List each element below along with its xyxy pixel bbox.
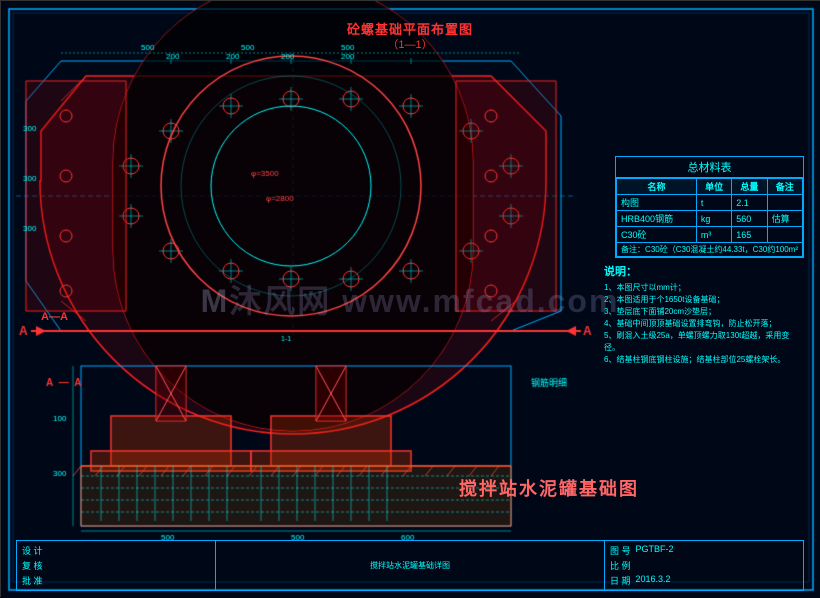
title-block-right: 图 号 PGTBF-2 比 例 日 期 2016.3.2 [605, 541, 803, 590]
big-title: 搅拌站水泥罐基础图 [459, 475, 639, 501]
checker-value [52, 559, 210, 572]
materials-data-table: 名称 单位 总量 备注 构图 t 2.1 HRB400钢筋 kg 560 估算 [616, 178, 803, 257]
mat-note-1 [767, 195, 802, 211]
materials-table: 总材料表 名称 单位 总量 备注 构图 t 2.1 HRB400钢筋 [615, 156, 804, 258]
mat-note-2: 估算 [767, 211, 802, 227]
title-block: 设 计 复 核 批 准 搅拌站水泥罐基础详图 图 号 PGTBF-2 比 例 [16, 540, 804, 591]
scale-row: 比 例 [607, 558, 801, 573]
note-item-1: 1、本图尺寸以mm计； [604, 282, 804, 294]
note-item-5: 5、刷混入土级25a，单螺顶螺力取130t超越，采用变径。 [604, 330, 804, 354]
designer-row: 设 计 [19, 543, 213, 558]
drawing-subtitle: （1—1） [387, 36, 432, 52]
approver-row: 批 准 [19, 573, 213, 588]
company-name: 搅拌站水泥罐基础详图 [370, 560, 450, 571]
date-row: 日 期 2016.3.2 [607, 573, 801, 588]
table-row: 构图 t 2.1 [617, 195, 803, 211]
col-header-name: 名称 [617, 179, 697, 195]
mat-unit-2: kg [696, 211, 731, 227]
mat-name-3: C30砼 [617, 227, 697, 243]
mat-note-3 [767, 227, 802, 243]
mat-note-full: 备注：C30砼（C30混凝土约44.33t，C30约100m² [617, 243, 803, 257]
designer-label: 设 计 [22, 544, 52, 557]
col-header-unit: 单位 [696, 179, 731, 195]
designer-value [52, 544, 210, 557]
checker-label: 复 核 [22, 559, 52, 572]
mat-name-1: 构图 [617, 195, 697, 211]
approver-label: 批 准 [22, 574, 52, 587]
drawing-no-label: 图 号 [610, 544, 631, 557]
mat-qty-2: 560 [732, 211, 767, 227]
note-item-4: 4、基础中间顶顶基础设置排弯钩，防止松开落； [604, 318, 804, 330]
mat-qty-3: 165 [732, 227, 767, 243]
materials-title: 总材料表 [616, 157, 803, 178]
title-block-staff: 设 计 复 核 批 准 [17, 541, 216, 590]
date-value: 2016.3.2 [636, 574, 671, 587]
mat-qty-1: 2.1 [732, 195, 767, 211]
col-header-note: 备注 [767, 179, 802, 195]
title-block-center: 搅拌站水泥罐基础详图 [216, 541, 605, 590]
table-row: C30砼 m³ 165 [617, 227, 803, 243]
note-item-6: 6、结基柱钢底钢柱设施；结基柱部位25螺栓架长。 [604, 354, 804, 366]
scale-label: 比 例 [610, 559, 631, 572]
table-row: 备注：C30砼（C30混凝土约44.33t，C30约100m² [617, 243, 803, 257]
checker-row: 复 核 [19, 558, 213, 573]
note-item-3: 3、垫层底下面铺20cm沙垫层； [604, 306, 804, 318]
main-container: M沐风网 www.mfcad.com 砼螺基础平面布置图 （1—1） 搅拌站水泥… [0, 0, 820, 597]
date-label: 日 期 [610, 574, 631, 587]
approver-value [52, 574, 210, 587]
mat-unit-3: m³ [696, 227, 731, 243]
notes-title: 说明： [604, 263, 804, 279]
section-label-aa: A—A [41, 311, 68, 323]
drawing-no-value: PGTBF-2 [636, 544, 674, 557]
notes-content: 1、本图尺寸以mm计； 2、本图适用于个1650t设备基础； 3、垫层底下面铺2… [604, 282, 804, 366]
mat-name-2: HRB400钢筋 [617, 211, 697, 227]
mat-unit-1: t [696, 195, 731, 211]
table-row: HRB400钢筋 kg 560 估算 [617, 211, 803, 227]
drawing-no-row: 图 号 PGTBF-2 [607, 543, 801, 558]
col-header-qty: 总量 [732, 179, 767, 195]
notes-section: 说明： 1、本图尺寸以mm计； 2、本图适用于个1650t设备基础； 3、垫层底… [604, 263, 804, 366]
note-item-2: 2、本图适用于个1650t设备基础； [604, 294, 804, 306]
